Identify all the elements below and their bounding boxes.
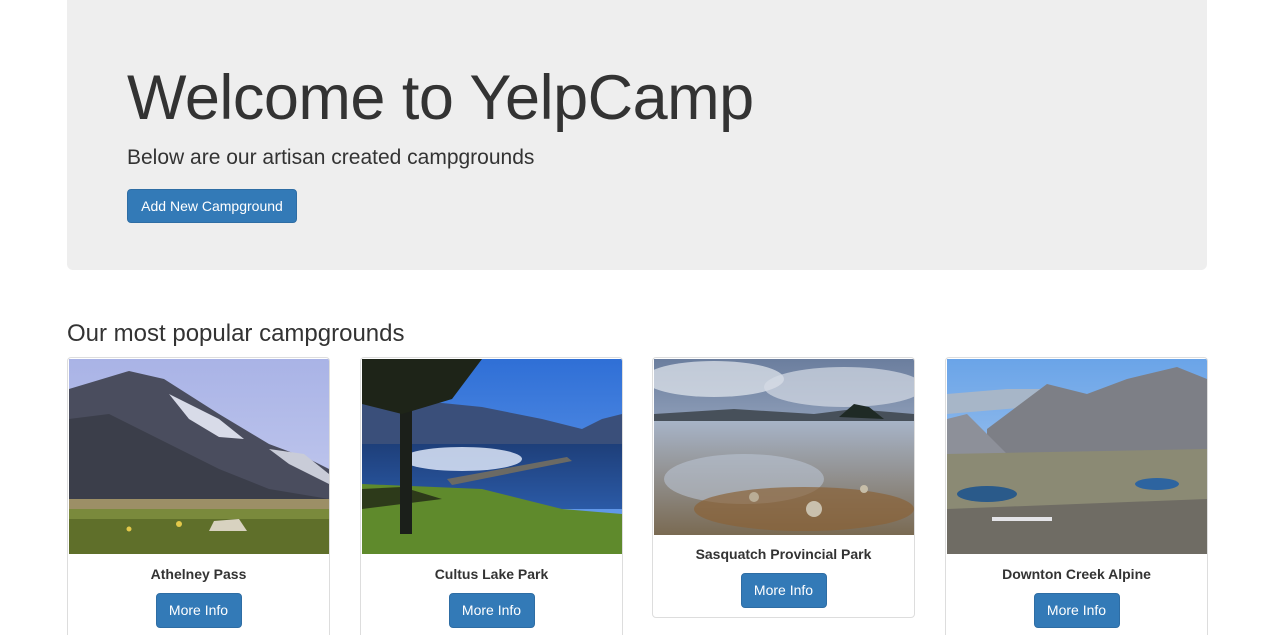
campground-name: Downton Creek Alpine	[1002, 566, 1151, 582]
campground-image	[947, 359, 1207, 554]
more-info-button[interactable]: More Info	[155, 593, 242, 628]
campground-card: Athelney Pass More Info	[67, 357, 330, 635]
campground-name: Cultus Lake Park	[434, 566, 549, 582]
more-info-button[interactable]: More Info	[740, 573, 827, 608]
page-title: Welcome to YelpCamp	[127, 63, 754, 133]
add-new-campground-button[interactable]: Add New Campground	[127, 189, 297, 223]
campground-caption: Sasquatch Provincial Park More Info	[654, 546, 913, 608]
campground-card: Downton Creek Alpine More Info	[945, 357, 1208, 635]
campground-caption: Cultus Lake Park More Info	[362, 566, 621, 628]
campground-name: Sasquatch Provincial Park	[695, 546, 872, 562]
more-info-button[interactable]: More Info	[448, 593, 535, 628]
campground-caption: Athelney Pass More Info	[69, 566, 328, 628]
campground-name: Athelney Pass	[150, 566, 247, 582]
more-info-button[interactable]: More Info	[1033, 593, 1120, 628]
campground-image	[654, 359, 914, 535]
campground-caption: Downton Creek Alpine More Info	[947, 566, 1206, 628]
campground-image	[69, 359, 329, 554]
campground-card: Cultus Lake Park More Info	[360, 357, 623, 635]
jumbotron: Welcome to YelpCamp Below are our artisa…	[67, 0, 1207, 270]
campground-image	[362, 359, 622, 554]
section-heading: Our most popular campgrounds	[67, 320, 405, 347]
campground-card: Sasquatch Provincial Park More Info	[652, 357, 915, 618]
page-subtitle: Below are our artisan created campground…	[127, 146, 535, 169]
